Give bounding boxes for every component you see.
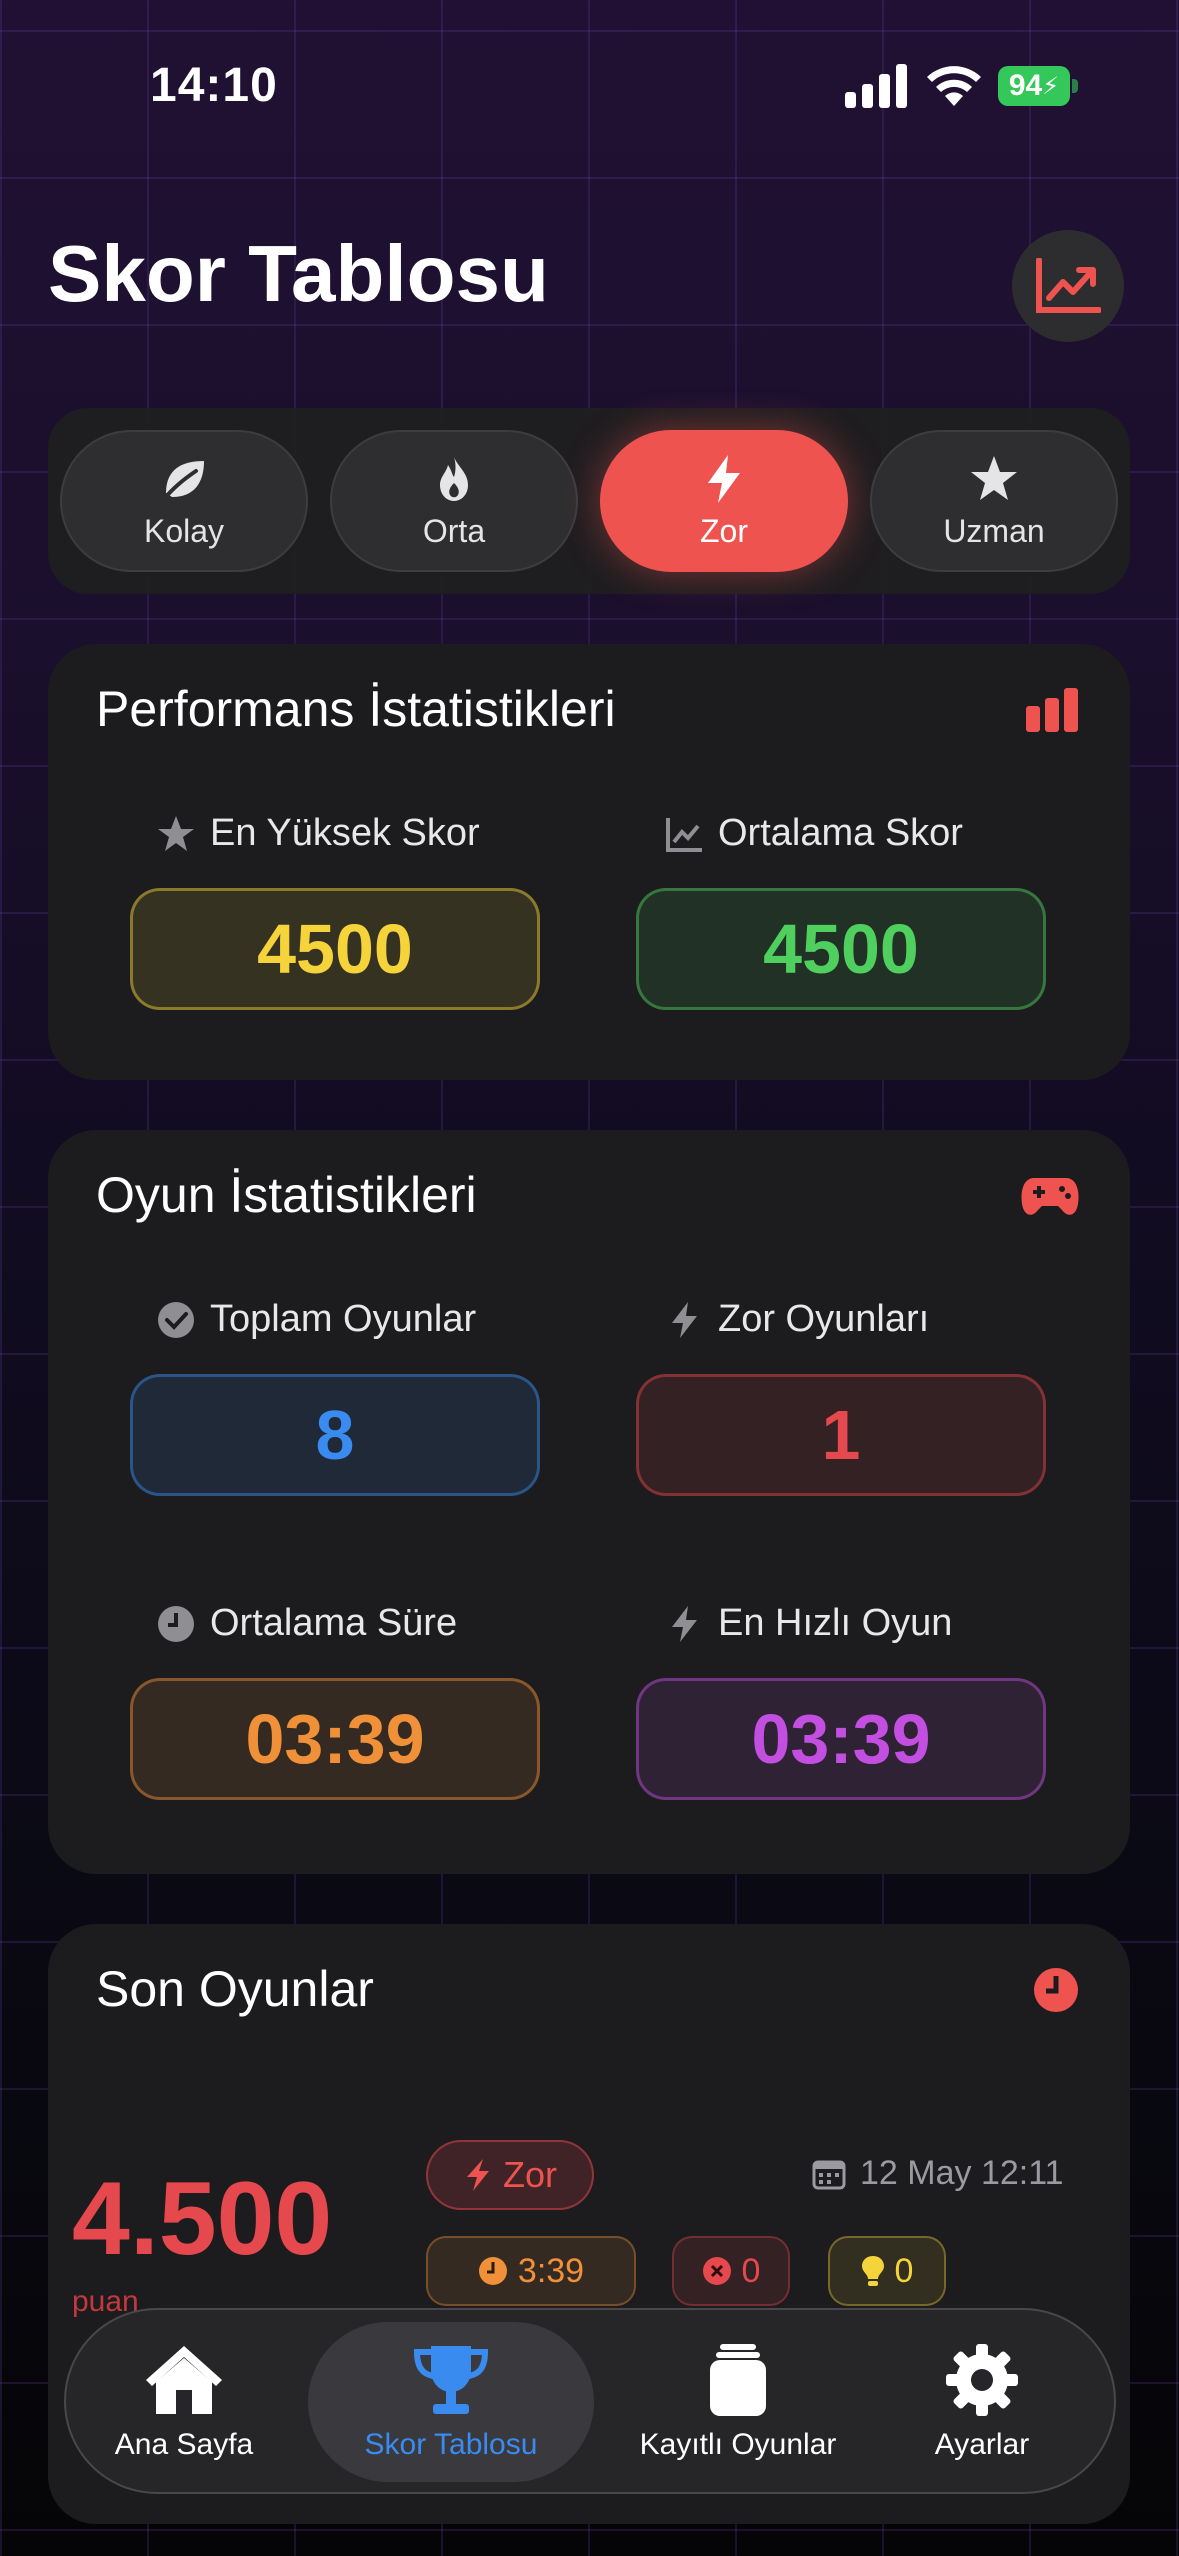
trophy-icon: [413, 2346, 489, 2414]
tab-kayitli-oyunlar[interactable]: Kayıtlı Oyunlar: [618, 2322, 858, 2482]
clock-icon: [1034, 1968, 1078, 2012]
leaf-icon: [162, 460, 204, 501]
tab-bar: Ana Sayfa Skor Tablosu Kayıtlı Oyunlar A…: [64, 2308, 1116, 2494]
clock-icon: [478, 2257, 507, 2285]
home-icon: [146, 2346, 222, 2414]
chart-button[interactable]: [1012, 230, 1124, 342]
bolt-icon: [672, 1301, 697, 1338]
battery-indicator: 94 ⚡: [998, 66, 1078, 106]
wifi-icon: [927, 66, 981, 106]
archive-icon: [710, 2344, 766, 2416]
recent-game-score[interactable]: 4.500: [72, 2160, 332, 2279]
difficulty-label: Orta: [422, 512, 486, 549]
star-icon: [158, 815, 194, 851]
chart-trending-up-icon: [666, 817, 702, 852]
hard-games-value: 1: [636, 1374, 1046, 1496]
total-games-label: Toplam Oyunlar: [156, 1298, 476, 1341]
recent-game-time-chip: 3:39: [426, 2236, 636, 2306]
tab-ana-sayfa[interactable]: Ana Sayfa: [84, 2322, 284, 2482]
high-score-value: 4500: [130, 888, 540, 1010]
performance-title: Performans İstatistikleri: [96, 681, 616, 737]
tab-label: Ana Sayfa: [114, 2428, 254, 2461]
page-title: Skor Tablosu: [48, 229, 549, 318]
chart-trending-up-icon: [1036, 258, 1101, 313]
battery-level: 94: [1008, 69, 1043, 102]
flame-icon: [440, 456, 468, 501]
fastest-game-label: En Hızlı Oyun: [664, 1602, 952, 1645]
avg-score-label: Ortalama Skor: [664, 812, 963, 855]
bolt-icon: [672, 1605, 697, 1642]
game-stats-card: Oyun İstatistikleri Toplam Oyunlar 8 Zor…: [48, 1130, 1130, 1874]
tab-label: Ayarlar: [934, 2428, 1030, 2461]
game-stats-title: Oyun İstatistikleri: [96, 1167, 477, 1223]
fastest-game-value: 03:39: [636, 1678, 1046, 1800]
cellular-signal-icon: [845, 64, 907, 108]
gear-icon: [946, 2344, 1018, 2416]
star-icon: [971, 455, 1017, 500]
gamepad-icon: [1021, 1178, 1079, 1215]
hard-games-label: Zor Oyunları: [664, 1298, 929, 1341]
recent-game-mistakes-chip: 0: [672, 2236, 790, 2306]
calendar-icon: [812, 2160, 846, 2189]
total-games-value: 8: [130, 1374, 540, 1496]
difficulty-selector: Kolay Orta Zor Uzman: [48, 408, 1130, 594]
tab-skor-tablosu[interactable]: Skor Tablosu: [308, 2322, 594, 2482]
difficulty-uzman-button[interactable]: Uzman: [870, 430, 1118, 572]
difficulty-orta-button[interactable]: Orta: [330, 430, 578, 572]
x-circle-icon: [702, 2257, 731, 2285]
high-score-label: En Yüksek Skor: [156, 812, 480, 855]
tab-ayarlar[interactable]: Ayarlar: [882, 2322, 1082, 2482]
bolt-icon: [467, 2159, 489, 2191]
status-time: 14:10: [150, 59, 278, 112]
checkmark-circle-icon: [158, 1301, 194, 1338]
difficulty-label: Kolay: [143, 512, 225, 549]
lightbulb-icon: [861, 2256, 884, 2286]
avg-score-value: 4500: [636, 888, 1046, 1010]
recent-game-hints-chip: 0: [828, 2236, 946, 2306]
recent-games-title: Son Oyunlar: [96, 1961, 374, 2017]
avg-time-value: 03:39: [130, 1678, 540, 1800]
bolt-icon: [708, 454, 740, 503]
avg-time-label: Ortalama Süre: [156, 1602, 457, 1645]
performance-card: Performans İstatistikleri En Yüksek Skor…: [48, 644, 1130, 1080]
recent-game-difficulty-badge: Zor: [426, 2140, 594, 2210]
difficulty-label: Uzman: [943, 512, 1045, 549]
tab-label: Kayıtlı Oyunlar: [639, 2428, 837, 2461]
difficulty-zor-button[interactable]: Zor: [600, 430, 848, 572]
clock-icon: [158, 1605, 194, 1642]
recent-game-date: 12 May 12:11: [812, 2154, 1064, 2193]
bar-chart-icon: [1026, 688, 1078, 732]
difficulty-kolay-button[interactable]: Kolay: [60, 430, 308, 572]
difficulty-label: Zor: [700, 512, 748, 549]
tab-label: Skor Tablosu: [364, 2428, 538, 2461]
